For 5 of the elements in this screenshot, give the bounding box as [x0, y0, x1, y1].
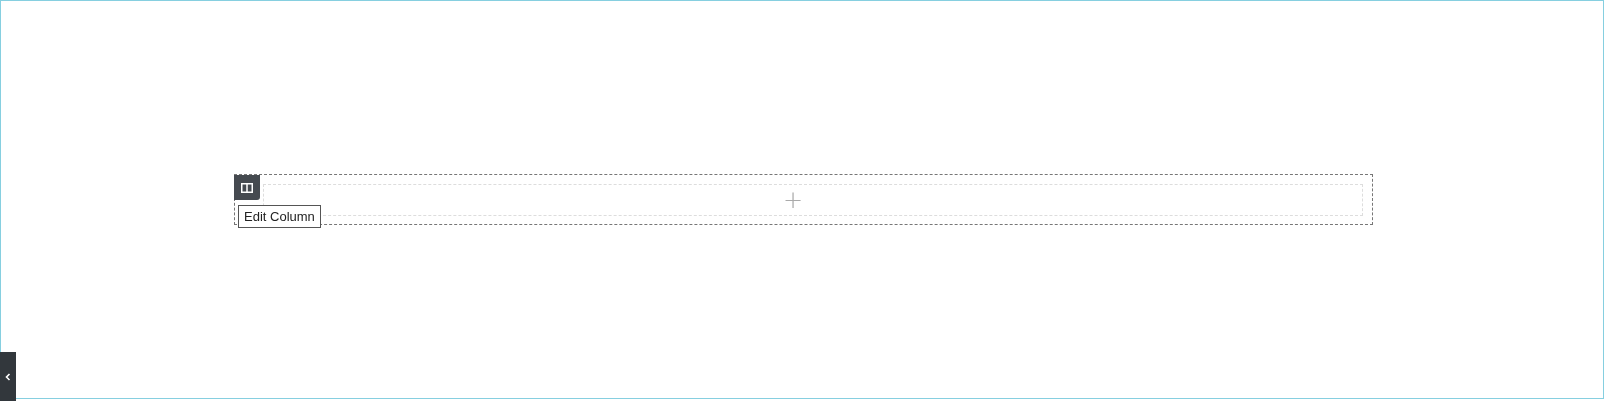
tooltip: Edit Column — [238, 205, 321, 228]
columns-icon — [241, 182, 253, 193]
chevron-left-icon — [5, 372, 11, 381]
add-element-button[interactable]: + — [782, 188, 804, 212]
edit-column-button[interactable] — [234, 175, 260, 200]
